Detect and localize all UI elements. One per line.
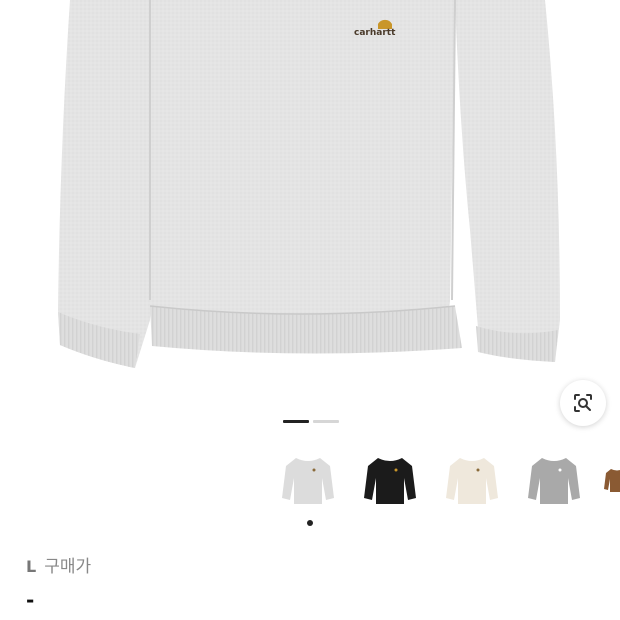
lens-search-icon [574,394,592,412]
variant-thumb-black[interactable] [356,446,424,514]
purchase-info: L 구매가 [26,552,91,577]
color-variant-list [274,446,620,514]
size-label: L [26,557,37,576]
pager-segment-1[interactable] [283,420,309,423]
selected-variant-indicator [307,520,313,526]
gallery-pager [283,420,339,423]
svg-text:carhartt: carhartt [354,28,396,38]
image-search-button[interactable] [560,380,606,426]
pager-segment-2[interactable] [313,420,339,423]
variant-thumb-brown[interactable] [602,446,620,514]
purchase-price-label: 구매가 [44,557,92,577]
variant-thumb-dark-grey[interactable] [520,446,588,514]
brand-logo: carhartt [352,14,396,40]
sweatshirt-illustration [58,0,560,368]
purchase-price-value: - [26,588,35,612]
product-image[interactable]: carhartt [0,0,620,400]
variant-thumb-natural[interactable] [438,446,506,514]
variant-thumb-grey[interactable] [274,446,342,514]
